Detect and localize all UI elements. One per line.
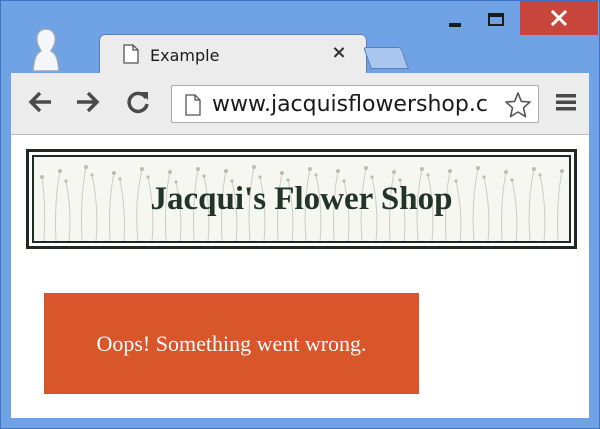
close-window-button[interactable] — [520, 1, 598, 35]
url-text[interactable]: www.jacquisflowershop.c — [212, 91, 502, 119]
maximize-icon — [488, 12, 504, 26]
forward-arrow-icon — [77, 91, 100, 113]
minimize-button[interactable] — [437, 1, 473, 37]
banner-frame: Jacqui's Flower Shop — [32, 155, 571, 243]
reload-icon — [127, 91, 149, 114]
toolbar: www.jacquisflowershop.c — [11, 73, 589, 135]
hamburger-menu-icon — [556, 94, 576, 111]
minimize-icon — [449, 23, 461, 27]
tab-title: Example — [150, 46, 220, 65]
header-banner: Jacqui's Flower Shop — [26, 149, 577, 249]
address-bar[interactable]: www.jacquisflowershop.c — [171, 85, 539, 123]
forward-button[interactable] — [73, 85, 103, 119]
close-icon — [551, 10, 567, 26]
error-message: Oops! Something went wrong. — [96, 330, 367, 356]
page-content: Jacqui's Flower Shop Oops! Something wen… — [11, 135, 589, 418]
back-button[interactable] — [25, 85, 55, 119]
new-tab-button[interactable] — [362, 47, 410, 69]
maximize-button[interactable] — [477, 1, 515, 37]
reload-button[interactable] — [123, 85, 153, 119]
page-icon — [123, 44, 139, 64]
bookmark-star-icon[interactable] — [504, 91, 532, 119]
shop-title: Jacqui's Flower Shop — [150, 180, 453, 217]
back-arrow-icon — [28, 91, 51, 113]
browser-window: Example × www.jacquisflowershop.c Jacqui… — [0, 0, 600, 429]
browser-tab[interactable]: Example × — [99, 34, 367, 74]
error-message-box: Oops! Something went wrong. — [44, 293, 419, 394]
menu-button[interactable] — [551, 85, 581, 119]
tab-close-icon[interactable]: × — [330, 43, 348, 63]
page-icon — [185, 94, 201, 116]
user-profile-icon[interactable] — [31, 27, 61, 73]
